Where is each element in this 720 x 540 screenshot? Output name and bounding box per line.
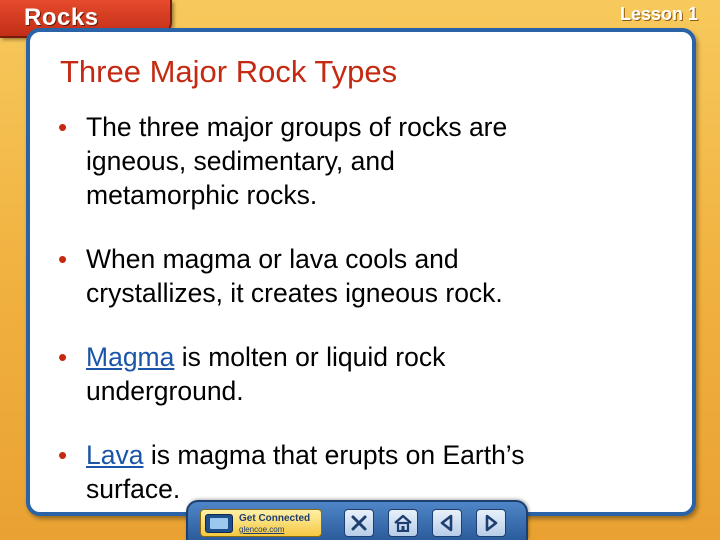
- close-icon: [351, 515, 367, 531]
- bullet-line: underground.: [86, 376, 244, 406]
- bullet-list: • The three major groups of rocks are ig…: [58, 110, 678, 536]
- bullet-line: crystallizes, it creates igneous rock.: [86, 278, 503, 308]
- bullet-dot: •: [58, 342, 68, 372]
- slide-title: Three Major Rock Types: [60, 54, 398, 89]
- get-connected-button[interactable]: Get Connected glencoe.com: [200, 509, 322, 537]
- home-button[interactable]: [388, 509, 418, 537]
- bullet-dot: •: [58, 440, 68, 470]
- bullet-dot: •: [58, 244, 68, 274]
- bullet-rock-groups: • The three major groups of rocks are ig…: [58, 110, 678, 212]
- bullet-line: Lava is magma that erupts on Earth’s: [86, 438, 678, 472]
- home-icon: [394, 514, 412, 532]
- bullet-line: metamorphic rocks.: [86, 180, 318, 210]
- forward-button[interactable]: [476, 509, 506, 537]
- lesson-label: Lesson 1: [619, 4, 698, 24]
- back-button[interactable]: [432, 509, 462, 537]
- bullet-text: is magma that erupts on Earth’s: [143, 440, 525, 470]
- close-button[interactable]: [344, 509, 374, 537]
- content-panel: Three Major Rock Types • The three major…: [26, 28, 696, 516]
- back-arrow-icon: [440, 514, 453, 532]
- bullet-dot: •: [58, 112, 68, 142]
- bullet-lava: • Lava is magma that erupts on Earth’s s…: [58, 438, 678, 506]
- lava-term-link[interactable]: Lava: [86, 440, 143, 470]
- forward-arrow-icon: [485, 514, 498, 532]
- magma-term-link[interactable]: Magma: [86, 342, 174, 372]
- bullet-line: The three major groups of rocks are: [86, 112, 508, 142]
- computer-icon: [205, 514, 233, 533]
- bullet-line: igneous, sedimentary, and: [86, 146, 395, 176]
- get-connected-url: glencoe.com: [239, 525, 285, 534]
- navigation-bar: Get Connected glencoe.com: [186, 500, 528, 540]
- bullet-igneous: • When magma or lava cools and crystalli…: [58, 242, 678, 310]
- get-connected-label: Get Connected: [239, 513, 311, 524]
- bullet-line: Magma is molten or liquid rock: [86, 340, 678, 374]
- bullet-line: When magma or lava cools and: [86, 244, 459, 274]
- bullet-magma: • Magma is molten or liquid rock undergr…: [58, 340, 678, 408]
- bullet-text: is molten or liquid rock: [174, 342, 446, 372]
